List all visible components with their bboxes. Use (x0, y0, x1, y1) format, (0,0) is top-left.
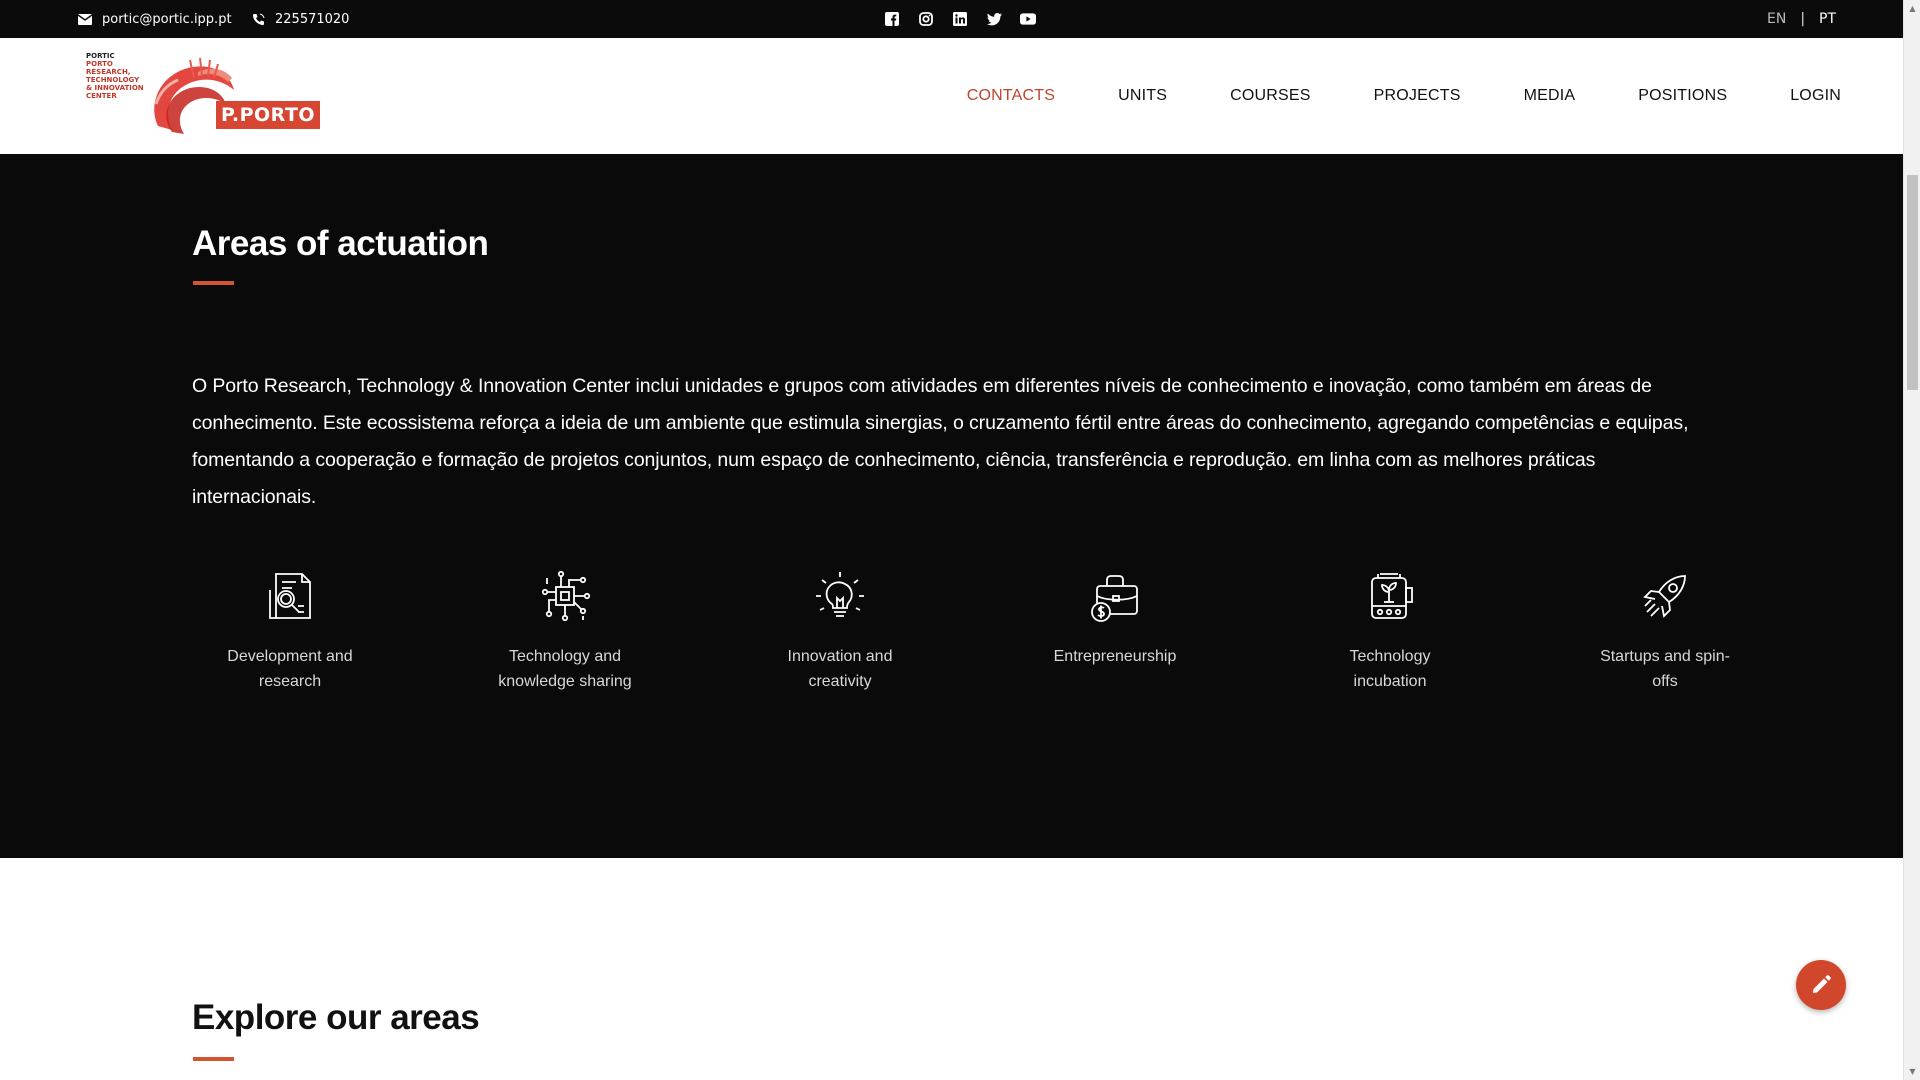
phone-text[interactable]: 225571020 (275, 12, 349, 27)
areas-of-actuation-section: Areas of actuation O Porto Research, Tec… (0, 154, 1903, 858)
pencil-icon (1813, 975, 1831, 993)
email-contact[interactable]: portic@portic.ipp.pt (78, 0, 232, 38)
title-underline (193, 281, 234, 285)
area-item-technology-incubation[interactable]: Technology incubation (1290, 568, 1490, 694)
area-label: Startups and spin- offs (1600, 648, 1730, 690)
nav-contacts[interactable]: CONTACTS (967, 87, 1055, 105)
area-label: Technology and knowledge sharing (498, 648, 632, 690)
incubator-icon (1371, 573, 1413, 619)
lightbulb-icon (816, 572, 864, 617)
research-document-icon (269, 573, 311, 619)
page-scrollbar[interactable]: ▲ ▼ (1903, 0, 1920, 1080)
phone-contact[interactable]: 225571020 (252, 0, 349, 38)
explore-title: Explore our areas (192, 998, 480, 1037)
areas-title: Areas of actuation (192, 224, 489, 263)
areas-intro-text: O Porto Research, Technology & Innovatio… (192, 375, 1689, 508)
main-header: PORTIC PORTO RESEARCH, TECHNOLOGY & INNO… (0, 38, 1903, 154)
linkedin-icon[interactable] (952, 11, 968, 27)
nav-units[interactable]: UNITS (1118, 87, 1167, 105)
area-item-innovation-creativity[interactable]: Innovation and creativity (740, 568, 940, 694)
scroll-up-arrow-icon[interactable]: ▲ (1904, 0, 1920, 17)
rocket-icon (1643, 575, 1686, 618)
nav-courses[interactable]: COURSES (1230, 87, 1311, 105)
scrollbar-thumb[interactable] (1907, 175, 1918, 390)
nav-media[interactable]: MEDIA (1524, 87, 1576, 105)
area-item-technology-knowledge[interactable]: Technology and knowledge sharing (465, 568, 665, 694)
email-text[interactable]: portic@portic.ipp.pt (102, 12, 232, 27)
area-label: Development and research (227, 648, 353, 690)
logo-text: PORTIC PORTO RESEARCH, TECHNOLOGY & INNO… (86, 52, 144, 100)
nav-projects[interactable]: PROJECTS (1374, 87, 1461, 105)
p-porto-badge: P.PORTO (216, 101, 320, 129)
briefcase-money-icon (1091, 575, 1138, 622)
nav-login[interactable]: LOGIN (1790, 87, 1841, 105)
edit-fab-button[interactable] (1796, 960, 1846, 1010)
title-underline (193, 1057, 234, 1061)
area-item-entrepreneurship[interactable]: Entrepreneurship (1015, 568, 1215, 669)
area-label: Technology incubation (1349, 648, 1431, 690)
instagram-icon[interactable] (918, 11, 934, 27)
envelope-icon (78, 13, 92, 25)
lang-separator: | (1800, 11, 1806, 27)
social-links (884, 0, 1036, 38)
area-item-startups-spinoffs[interactable]: Startups and spin- offs (1565, 568, 1765, 694)
facebook-icon[interactable] (884, 11, 900, 27)
nav-positions[interactable]: POSITIONS (1638, 87, 1727, 105)
scroll-down-arrow-icon[interactable]: ▼ (1904, 1063, 1920, 1080)
circuit-chip-icon (541, 570, 591, 622)
area-item-development-research[interactable]: Development and research (190, 568, 390, 694)
language-switcher: EN | PT (1767, 0, 1836, 38)
phone-icon (253, 13, 265, 25)
areas-grid: Development and research Technology and … (190, 568, 1730, 698)
youtube-icon[interactable] (1020, 11, 1036, 27)
explore-areas-section: Explore our areas (0, 858, 1903, 1080)
portic-logo[interactable]: PORTIC PORTO RESEARCH, TECHNOLOGY & INNO… (86, 52, 322, 138)
top-bar: portic@portic.ipp.pt 225571020 EN | PT (0, 0, 1903, 38)
twitter-icon[interactable] (986, 11, 1002, 27)
main-nav: CONTACTS UNITS COURSES PROJECTS MEDIA PO… (967, 38, 1841, 154)
lang-pt[interactable]: PT (1819, 11, 1836, 27)
area-label: Entrepreneurship (1053, 648, 1177, 665)
area-label: Innovation and creativity (787, 648, 893, 690)
lang-en[interactable]: EN (1767, 11, 1786, 27)
